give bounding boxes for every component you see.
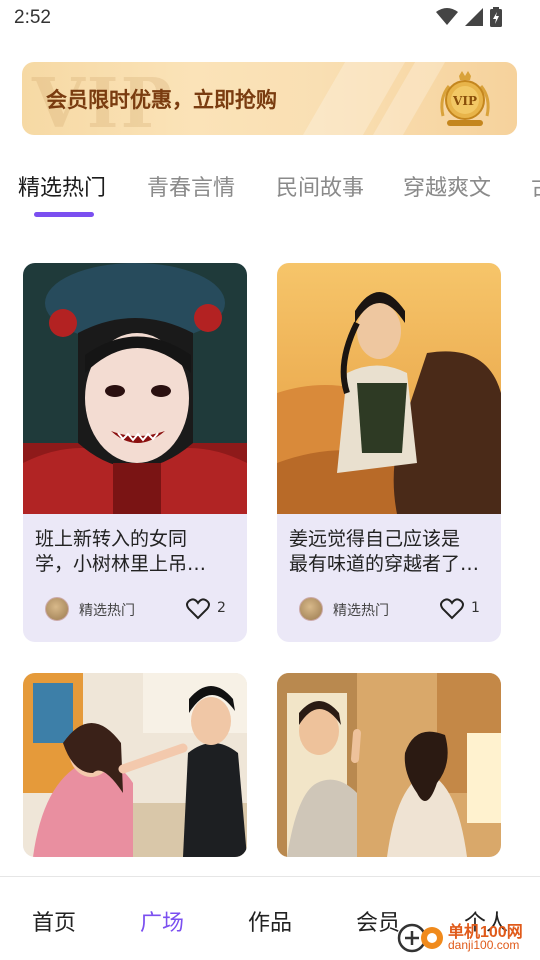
story-card-footer: 精选热门 2: [45, 596, 235, 622]
story-title-line: 最有味道的穿越者了…: [289, 553, 480, 575]
tab-folk-stories[interactable]: 民间故事: [276, 170, 364, 202]
vip-medal-icon: VIP: [440, 71, 490, 126]
status-icons: [436, 7, 502, 27]
category-avatar: [45, 597, 69, 621]
site-watermark: 单机100网 danji100.com: [396, 918, 536, 956]
story-cover-image[interactable]: [277, 673, 501, 857]
category-tag: 精选热门: [79, 603, 135, 619]
category-avatar: [299, 597, 323, 621]
story-cover-image[interactable]: [23, 263, 247, 514]
wifi-icon: [436, 8, 458, 25]
story-title-line: 姜远觉得自己应该是: [289, 528, 461, 550]
story-card-footer: 精选热门 1: [299, 596, 489, 622]
tab-ancient[interactable]: 古: [531, 170, 540, 202]
vip-medal-label: VIP: [452, 94, 477, 108]
status-time: 2:52: [14, 7, 51, 28]
tab-time-travel[interactable]: 穿越爽文: [403, 170, 491, 202]
tab-active-indicator: [34, 212, 94, 217]
cellular-signal-icon: [465, 8, 483, 26]
story-title[interactable]: 班上新转入的女同 学，小树林里上吊…: [35, 527, 235, 577]
story-card[interactable]: 姜远觉得自己应该是 最有味道的穿越者了… 精选热门 1: [277, 263, 501, 642]
like-count: 1: [471, 600, 480, 616]
category-tag: 精选热门: [333, 603, 389, 619]
story-title[interactable]: 姜远觉得自己应该是 最有味道的穿越者了…: [289, 527, 489, 577]
category-tabs: 精选热门 青春言情 民间故事 穿越爽文 古: [0, 160, 540, 224]
nav-membership[interactable]: 会员: [356, 905, 400, 937]
status-bar: 2:52: [0, 0, 540, 36]
like-count: 2: [217, 600, 226, 616]
nav-works[interactable]: 作品: [248, 905, 292, 937]
watermark-logo-icon: [397, 923, 443, 953]
vip-banner-text: 会员限时优惠，立即抢购: [46, 88, 277, 112]
story-title-line: 学，小树林里上吊…: [35, 553, 207, 575]
story-card[interactable]: [23, 673, 247, 857]
story-cover-image[interactable]: [277, 263, 501, 514]
watermark-site-url: danji100.com: [448, 938, 520, 952]
vip-promo-banner[interactable]: VIP 会员限时优惠，立即抢购 VIP: [22, 62, 517, 135]
battery-charging-icon: [490, 7, 502, 27]
tab-youth-romance[interactable]: 青春言情: [147, 170, 235, 202]
tab-featured[interactable]: 精选热门: [18, 170, 106, 202]
story-title-line: 班上新转入的女同: [35, 528, 188, 550]
heart-icon[interactable]: [185, 596, 211, 622]
nav-home[interactable]: 首页: [32, 905, 76, 937]
story-cover-image[interactable]: [23, 673, 247, 857]
story-card[interactable]: [277, 673, 501, 857]
nav-plaza[interactable]: 广场: [140, 905, 184, 937]
story-card[interactable]: 班上新转入的女同 学，小树林里上吊… 精选热门 2: [23, 263, 247, 642]
heart-icon[interactable]: [439, 596, 465, 622]
